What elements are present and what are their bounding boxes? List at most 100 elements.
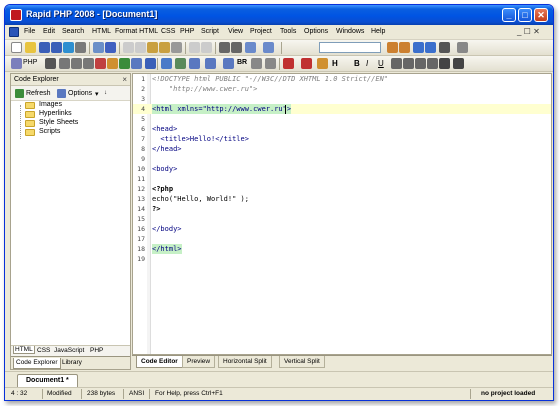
paste-icon[interactable]	[147, 42, 158, 53]
nbsp-icon[interactable]	[251, 58, 262, 69]
br-button-label[interactable]: BR	[237, 59, 247, 66]
toggle-view-icon[interactable]	[263, 42, 274, 53]
menu-windows[interactable]: Windows	[336, 28, 364, 35]
php-echo-icon[interactable]	[71, 58, 82, 69]
php-loop-icon[interactable]	[119, 58, 130, 69]
bold-button-label[interactable]: B	[354, 59, 360, 68]
preview-icon[interactable]	[93, 42, 104, 53]
menu-help[interactable]: Help	[371, 28, 385, 35]
print-icon[interactable]	[75, 42, 86, 53]
color-icon[interactable]	[283, 58, 294, 69]
tab-horizontal-split[interactable]: Horizontal Split	[218, 356, 272, 368]
tab-html[interactable]: HTML	[13, 346, 35, 354]
tab-code-editor[interactable]: Code Editor	[136, 356, 183, 368]
align-right-icon[interactable]	[415, 58, 426, 69]
panel-close-icon[interactable]: ×	[122, 75, 127, 84]
align-left-icon[interactable]	[391, 58, 402, 69]
document-tab[interactable]: Document1 *	[17, 374, 78, 387]
font-combo[interactable]	[319, 42, 381, 53]
php-button-label[interactable]: PHP	[23, 59, 37, 66]
delete-icon[interactable]	[171, 42, 182, 53]
menu-edit[interactable]: Edit	[43, 28, 55, 35]
line-text: <!DOCTYPE html PUBLIC "-//W3C//DTD XHTML…	[152, 75, 389, 83]
options-button[interactable]: Options	[68, 90, 92, 97]
tab-php[interactable]: PHP	[89, 347, 104, 354]
menu-tools[interactable]: Tools	[280, 28, 296, 35]
insert-form-icon[interactable]	[175, 58, 186, 69]
tab-javascript[interactable]: JavaScript	[53, 347, 85, 354]
maximize-button[interactable]: □	[518, 8, 532, 22]
copyright-icon[interactable]	[265, 58, 276, 69]
options-icon[interactable]	[57, 89, 66, 98]
tab-library[interactable]: Library	[60, 358, 84, 369]
align-center-icon[interactable]	[403, 58, 414, 69]
close-button[interactable]: ✕	[534, 8, 548, 22]
underline-button-label[interactable]: U	[378, 59, 384, 68]
insert-table-icon[interactable]	[145, 58, 156, 69]
save-all-icon[interactable]	[51, 42, 62, 53]
title-bar[interactable]: Rapid PHP 2008 - [Document1] _ □ ✕	[5, 5, 553, 25]
tab-vertical-split[interactable]: Vertical Split	[279, 356, 325, 368]
publish-icon[interactable]	[63, 42, 74, 53]
insert-anchor-icon[interactable]	[223, 58, 234, 69]
spellcheck-icon[interactable]	[105, 42, 116, 53]
tab-preview[interactable]: Preview	[182, 356, 216, 368]
php-var-icon[interactable]	[83, 58, 94, 69]
justify-icon[interactable]	[427, 58, 438, 69]
menu-file[interactable]: File	[24, 28, 35, 35]
outdent-icon[interactable]	[231, 42, 242, 53]
code-line: 15	[133, 214, 551, 224]
options-icon[interactable]	[457, 42, 468, 53]
menu-options[interactable]: Options	[304, 28, 328, 35]
sort-icon[interactable]: ↓	[104, 90, 107, 96]
open-icon[interactable]	[25, 42, 36, 53]
paste-special-icon[interactable]	[159, 42, 170, 53]
menu-format-html[interactable]: Format HTML	[115, 28, 158, 35]
function-icon[interactable]	[45, 58, 56, 69]
redo-icon[interactable]	[201, 42, 212, 53]
menu-script[interactable]: Script	[201, 28, 219, 35]
menu-project[interactable]: Project	[250, 28, 272, 35]
color-picker-icon[interactable]	[301, 58, 312, 69]
new-icon[interactable]	[11, 42, 22, 53]
php-include-icon[interactable]	[107, 58, 118, 69]
replace-icon[interactable]	[413, 42, 424, 53]
tab-css[interactable]: CSS	[36, 347, 51, 354]
menu-view[interactable]: View	[228, 28, 243, 35]
paragraph-icon[interactable]	[439, 58, 450, 69]
menu-php[interactable]: PHP	[180, 28, 194, 35]
heading-button-label[interactable]: H	[332, 59, 338, 68]
find-next-icon[interactable]	[399, 42, 410, 53]
italic-button-label[interactable]: I	[366, 59, 368, 68]
validate-icon[interactable]	[317, 58, 328, 69]
mdi-window-controls[interactable]: _ ☐ ✕	[517, 27, 540, 36]
menu-css[interactable]: CSS	[161, 28, 175, 35]
indent-icon[interactable]	[219, 42, 230, 53]
menu-html[interactable]: HTML	[92, 28, 111, 35]
save-icon[interactable]	[39, 42, 50, 53]
menu-search[interactable]: Search	[62, 28, 84, 35]
php-debug-icon[interactable]	[95, 58, 106, 69]
find-icon[interactable]	[387, 42, 398, 53]
cut-icon[interactable]	[123, 42, 134, 53]
file-size: 238 bytes	[87, 390, 116, 397]
refresh-icon[interactable]	[15, 89, 24, 98]
copy-icon[interactable]	[135, 42, 146, 53]
find-in-files-icon[interactable]	[425, 42, 436, 53]
insert-image-icon[interactable]	[161, 58, 172, 69]
tools-icon[interactable]	[439, 42, 450, 53]
list-icon[interactable]	[453, 58, 464, 69]
php-tag-icon[interactable]	[59, 58, 70, 69]
chevron-down-icon[interactable]: ▾	[95, 90, 99, 98]
code-editor[interactable]: 1 <!DOCTYPE html PUBLIC "-//W3C//DTD XHT…	[132, 73, 552, 355]
php-array-icon[interactable]	[131, 58, 142, 69]
php-icon[interactable]	[11, 58, 22, 69]
minimize-button[interactable]: _	[502, 8, 516, 22]
bookmark-icon[interactable]	[245, 42, 256, 53]
refresh-button[interactable]: Refresh	[26, 90, 51, 97]
document-menu-icon[interactable]	[9, 27, 19, 37]
tab-code-explorer[interactable]: Code Explorer	[13, 358, 61, 369]
insert-div-icon[interactable]	[189, 58, 200, 69]
undo-icon[interactable]	[189, 42, 200, 53]
insert-list-icon[interactable]	[205, 58, 216, 69]
